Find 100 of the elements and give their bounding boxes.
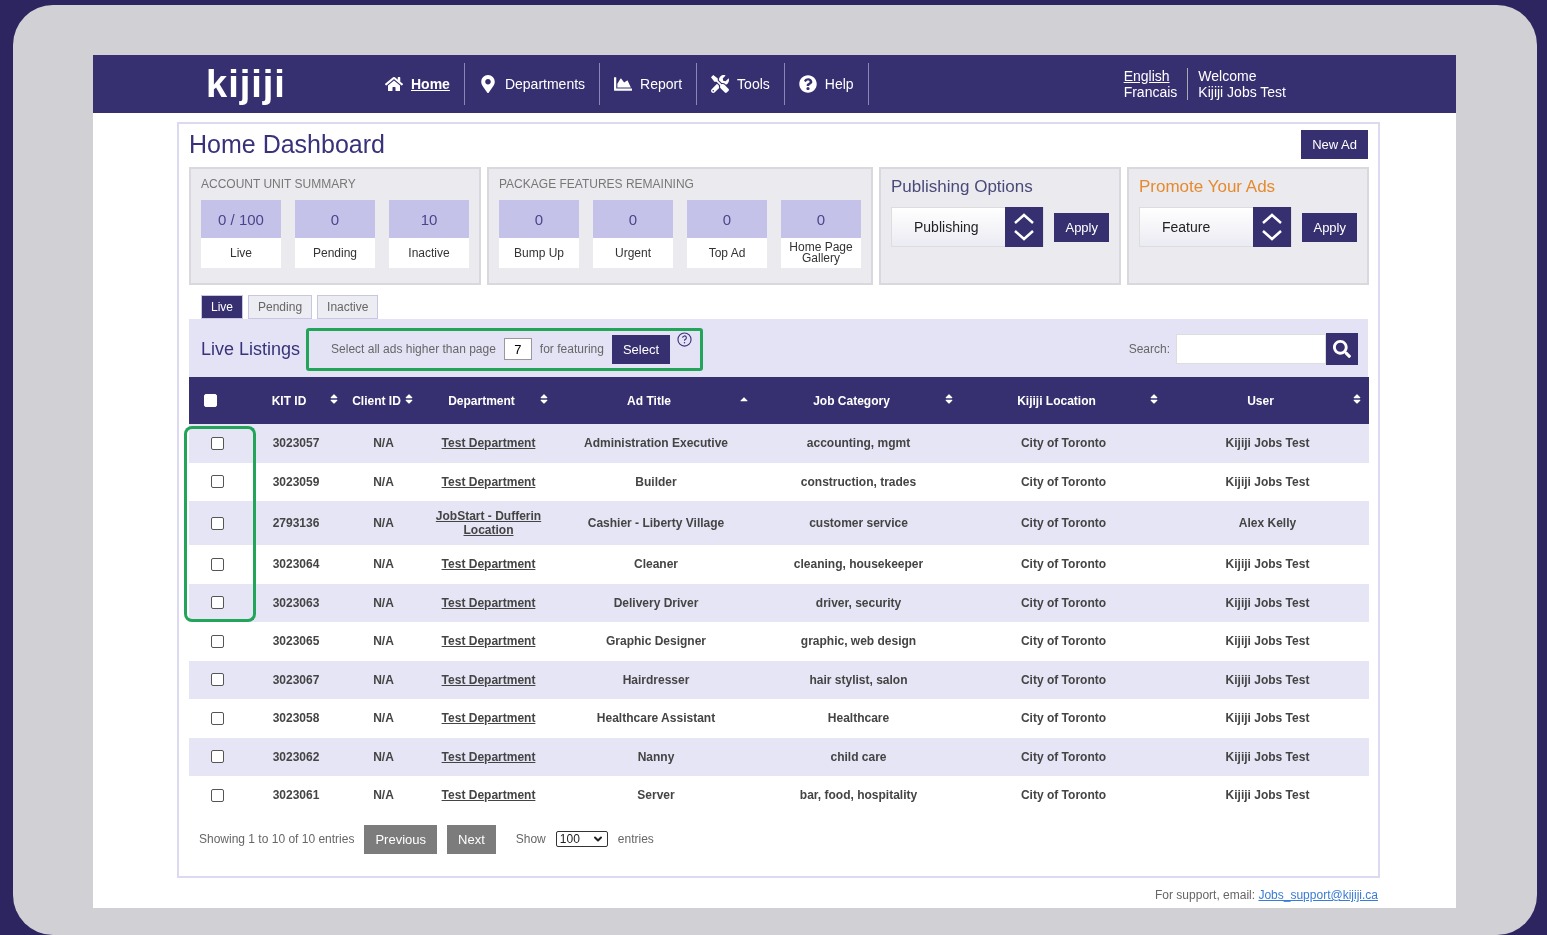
- listing-tab[interactable]: Pending: [248, 295, 313, 319]
- table-cell: 3023058: [272, 711, 320, 726]
- department-link[interactable]: Test Department: [441, 474, 536, 489]
- map-pin-icon: [478, 75, 497, 93]
- search-field[interactable]: [1176, 334, 1326, 364]
- table-cell: N/A: [373, 749, 394, 764]
- stat-label: Home Page Gallery: [781, 238, 861, 268]
- panel-title: ACCOUNT UNIT SUMMARY: [201, 177, 357, 191]
- stat-value: 0: [687, 200, 767, 238]
- table-cell: child care: [830, 749, 887, 764]
- stat-value: 0: [499, 200, 579, 238]
- sort-icon[interactable]: [1351, 393, 1363, 405]
- column-header[interactable]: Ad Title: [556, 377, 756, 424]
- table-cell: N/A: [373, 557, 394, 572]
- table-cell: bar, food, hospitality: [799, 788, 918, 803]
- table-cell: Kijiji Jobs Test: [1225, 634, 1310, 649]
- department-link[interactable]: Test Department: [441, 749, 536, 764]
- option-select[interactable]: Feature: [1139, 207, 1293, 247]
- checkbox[interactable]: [211, 557, 224, 571]
- department-link[interactable]: Test Department: [441, 672, 536, 687]
- column-header[interactable]: KIT ID: [246, 377, 346, 424]
- new-ad-button[interactable]: New Ad: [1301, 130, 1368, 159]
- checkbox[interactable]: [211, 634, 224, 648]
- department-link[interactable]: JobStart - Dufferin Location: [422, 509, 555, 537]
- department-link[interactable]: Test Department: [441, 436, 536, 451]
- sort-icon[interactable]: [943, 393, 955, 405]
- table-cell: City of Toronto: [1020, 749, 1107, 764]
- help-icon[interactable]: [677, 331, 693, 347]
- table-cell: City of Toronto: [1020, 788, 1107, 803]
- checkbox[interactable]: [211, 673, 224, 687]
- checkbox[interactable]: [211, 475, 224, 489]
- column-header[interactable]: Kijiji Location: [961, 377, 1166, 424]
- table-cell: customer service: [809, 516, 908, 530]
- entries-label: entries: [617, 832, 654, 846]
- panel-title: Publishing Options: [891, 177, 1034, 197]
- sort-icon[interactable]: [328, 393, 340, 405]
- support-email-link[interactable]: Jobs_support@kijiji.ca: [1258, 888, 1378, 902]
- stat-label: Urgent: [593, 238, 673, 268]
- table-cell: Nanny: [637, 749, 675, 764]
- column-header[interactable]: Department: [421, 377, 556, 424]
- next-button[interactable]: Next: [447, 824, 496, 854]
- previous-button[interactable]: Previous: [364, 824, 437, 854]
- table-cell: Kijiji Jobs Test: [1225, 474, 1310, 489]
- column-header[interactable]: Client ID: [346, 377, 421, 424]
- sort-icon[interactable]: [538, 393, 550, 405]
- language-link[interactable]: English: [1123, 68, 1178, 84]
- option-select[interactable]: Publishing: [891, 207, 1045, 247]
- table-cell: Alex Kelly: [1238, 516, 1297, 530]
- table-cell: Delivery Driver: [613, 595, 699, 610]
- panel-title: PACKAGE FEATURES REMAINING: [499, 177, 695, 191]
- nav-link[interactable]: Report: [600, 63, 698, 105]
- table-cell: cleaning, housekeeper: [793, 557, 924, 572]
- table-cell: N/A: [373, 711, 394, 726]
- nav-link[interactable]: Departments: [464, 63, 601, 105]
- nav-link[interactable]: Home: [371, 63, 465, 105]
- department-link[interactable]: Test Department: [441, 711, 536, 726]
- listing-tab[interactable]: Inactive: [317, 295, 379, 319]
- apply-button[interactable]: Apply: [1054, 212, 1109, 242]
- table-cell: Kijiji Jobs Test: [1225, 788, 1310, 803]
- table-cell: Graphic Designer: [606, 634, 706, 649]
- language-link[interactable]: Francais: [1123, 84, 1178, 100]
- apply-button[interactable]: Apply: [1302, 212, 1357, 242]
- department-link[interactable]: Test Department: [441, 634, 536, 649]
- nav-link[interactable]: Tools: [697, 63, 785, 105]
- spinner-icon[interactable]: [1253, 207, 1292, 247]
- search-label: Search:: [1128, 342, 1170, 356]
- spinner-icon[interactable]: [1005, 207, 1044, 247]
- department-link[interactable]: Test Department: [441, 595, 536, 610]
- table-cell: City of Toronto: [1020, 516, 1107, 530]
- checkbox[interactable]: [211, 711, 224, 725]
- table-cell: Kijiji Jobs Test: [1225, 436, 1310, 451]
- table-cell: Kijiji Jobs Test: [1225, 595, 1310, 610]
- select-button[interactable]: Select: [611, 334, 671, 364]
- help-icon: [798, 75, 817, 93]
- checkbox[interactable]: [211, 436, 224, 450]
- page-input[interactable]: 7: [503, 338, 532, 360]
- table-cell: hair stylist, salon: [809, 672, 908, 687]
- table-cell: Administration Executive: [583, 436, 728, 451]
- checkbox[interactable]: [211, 516, 224, 530]
- checkbox[interactable]: [211, 750, 224, 764]
- home-icon: [385, 75, 403, 93]
- checkbox[interactable]: [211, 788, 224, 802]
- logo[interactable]: kijiji: [206, 62, 371, 106]
- feature-text: for featuring: [539, 342, 604, 356]
- entries-info: Showing 1 to 10 of 10 entries: [199, 832, 355, 846]
- nav-link[interactable]: Help: [784, 63, 869, 105]
- page-title: Home Dashboard: [189, 130, 385, 159]
- column-header[interactable]: Job Category: [756, 377, 961, 424]
- listing-tab[interactable]: Live: [201, 295, 243, 319]
- department-link[interactable]: Test Department: [441, 557, 536, 572]
- page-size-select[interactable]: 100: [555, 831, 608, 847]
- search-button[interactable]: [1326, 333, 1358, 365]
- panel-title: Promote Your Ads: [1139, 177, 1277, 197]
- feature-text: Select all ads higher than page: [331, 342, 496, 356]
- sort-icon[interactable]: [403, 393, 415, 405]
- sort-icon[interactable]: [1148, 393, 1160, 405]
- column-header[interactable]: User: [1166, 377, 1369, 424]
- department-link[interactable]: Test Department: [441, 788, 536, 803]
- checkbox[interactable]: [211, 596, 224, 610]
- table-cell: N/A: [373, 634, 394, 649]
